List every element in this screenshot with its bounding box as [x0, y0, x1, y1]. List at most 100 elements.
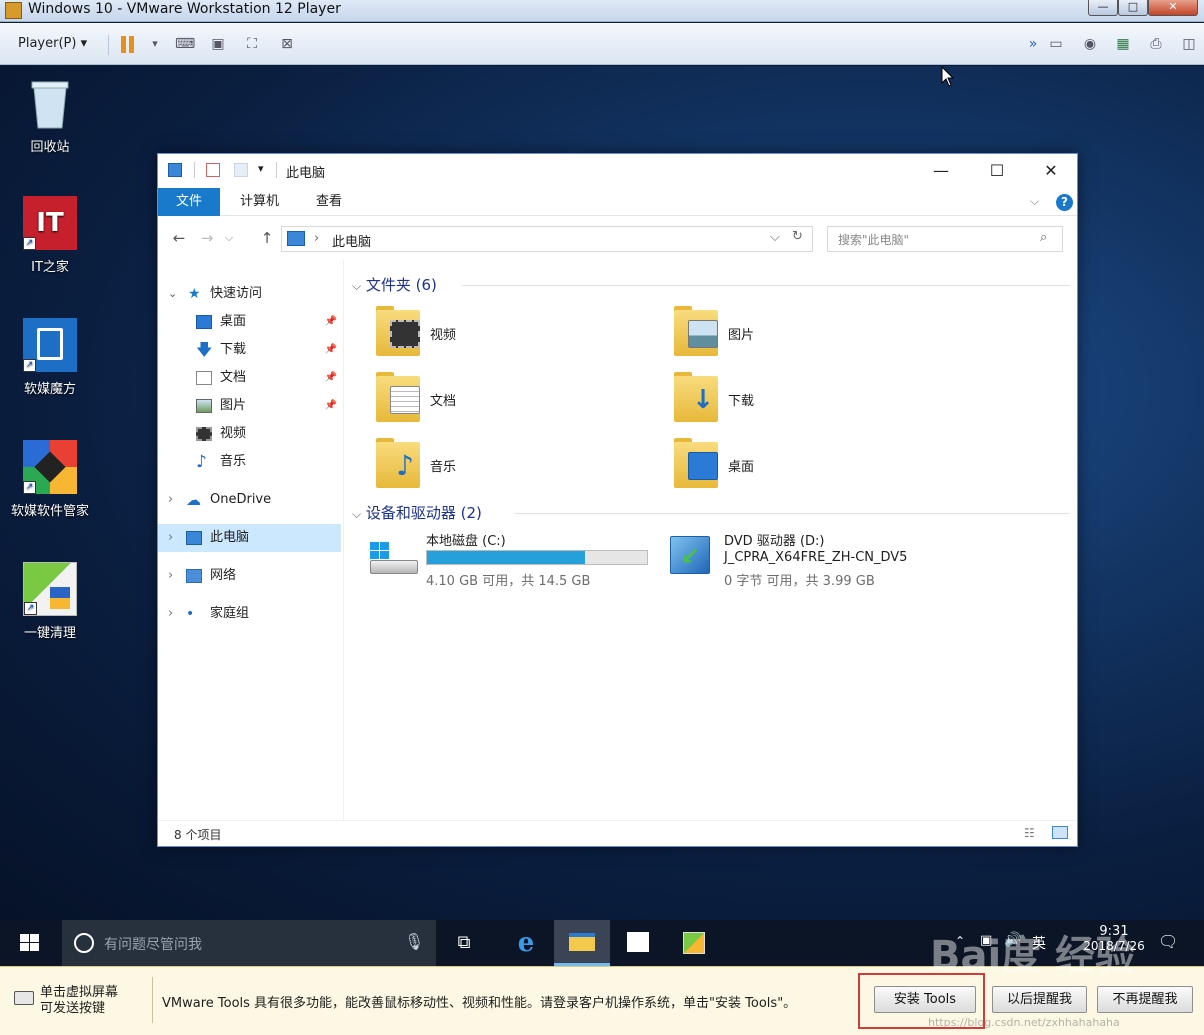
- search-placeholder: 有问题尽管问我: [104, 937, 202, 953]
- folder-downloads[interactable]: ↓ 下载: [674, 372, 934, 424]
- properties-icon[interactable]: [206, 163, 220, 177]
- cd-dvd-icon[interactable]: ◉: [1081, 35, 1099, 53]
- back-arrow-icon[interactable]: ←: [168, 227, 190, 249]
- recent-locations-icon[interactable]: ⌵: [218, 227, 240, 249]
- search-box[interactable]: 搜索"此电脑" ⌕: [827, 226, 1063, 252]
- new-folder-icon[interactable]: [234, 163, 248, 177]
- folder-pictures[interactable]: 图片: [674, 306, 934, 358]
- quick-access-toolbar-dropdown-icon[interactable]: ▾: [258, 162, 264, 175]
- store-icon[interactable]: [610, 920, 666, 966]
- ruanmei-cube-icon: ↗: [23, 318, 77, 372]
- explorer-minimize-button[interactable]: —: [918, 156, 964, 186]
- nav-item-videos[interactable]: 视频: [158, 420, 341, 448]
- tools-message: VMware Tools 具有很多功能，能改善鼠标移动性、视频和性能。请登录客户…: [162, 996, 797, 1011]
- sound-card-icon[interactable]: ◫: [1180, 35, 1198, 53]
- folder-music[interactable]: ♪ 音乐: [376, 438, 636, 490]
- cortana-search-box[interactable]: 有问题尽管问我 🎙: [62, 920, 436, 966]
- tab-computer[interactable]: 计算机: [222, 188, 297, 216]
- task-view-icon[interactable]: ⧉: [436, 920, 492, 966]
- network-icon: [186, 569, 202, 583]
- documents-folder-icon: [376, 372, 420, 422]
- search-icon[interactable]: ⌕: [1040, 230, 1047, 245]
- baidu-watermark: Bai度 经验: [930, 933, 1136, 979]
- status-bar: 8 个项目 ☷: [158, 820, 1077, 846]
- large-icons-view-icon[interactable]: [1052, 826, 1068, 839]
- close-button[interactable]: ✕: [1148, 0, 1198, 16]
- vmware-title-bar: Windows 10 - VMware Workstation 12 Playe…: [0, 0, 1204, 22]
- drive-c[interactable]: 本地磁盘 (C:) 4.10 GB 可用，共 14.5 GB: [368, 530, 658, 590]
- folder-videos[interactable]: 视频: [376, 306, 636, 358]
- file-explorer-taskbar-icon[interactable]: [554, 920, 610, 966]
- folder-desktop[interactable]: 桌面: [674, 438, 934, 490]
- computer-icon: [287, 231, 305, 246]
- address-dropdown-icon[interactable]: ⌵: [770, 230, 780, 245]
- more-devices-icon[interactable]: »: [1024, 35, 1042, 53]
- computer-icon: [186, 531, 202, 545]
- send-ctrl-alt-del-icon[interactable]: ⌨: [175, 35, 195, 53]
- nav-quick-access[interactable]: ⌄ ★ 快速访问: [158, 280, 341, 308]
- nav-item-downloads[interactable]: 🡇 下载 📌: [158, 336, 341, 364]
- nav-item-desktop[interactable]: 桌面 📌: [158, 308, 341, 336]
- expand-ribbon-icon[interactable]: ⌵: [1030, 194, 1039, 209]
- maximize-button[interactable]: □: [1118, 0, 1148, 16]
- help-icon[interactable]: ?: [1056, 194, 1073, 211]
- desktop-icon-recycle-bin[interactable]: 回收站: [0, 76, 100, 155]
- homegroup-icon: •: [186, 606, 195, 622]
- player-menu[interactable]: Player(P) ▾: [18, 32, 87, 56]
- file-explorer-window[interactable]: ▾ 此电脑 — ☐ ✕ 文件 计算机 查看 ⌵ ? ← → ⌵ ↑ › 此电脑 …: [157, 153, 1078, 847]
- nav-item-documents[interactable]: 文档 📌: [158, 364, 341, 392]
- up-arrow-icon[interactable]: ↑: [256, 227, 278, 249]
- drives-group-header[interactable]: ⌵ 设备和驱动器 (2): [352, 502, 482, 523]
- fit-window-icon[interactable]: ⛶: [243, 35, 261, 53]
- nav-network[interactable]: › 网络: [158, 562, 341, 590]
- nav-this-pc[interactable]: › 此电脑: [158, 524, 341, 552]
- remind-later-button[interactable]: 以后提醒我: [992, 986, 1087, 1013]
- desktop-icon-ithome[interactable]: IT ↗ IT之家: [0, 196, 100, 275]
- vmware-toolbar: Player(P) ▾ ▾ ⌨ ▣ ⛶ ⊠ » ▭ ◉ ▦ ⎙ ◫: [0, 23, 1204, 65]
- downloads-folder-icon: ↓: [674, 372, 718, 422]
- mouse-pointer-icon: [941, 66, 955, 87]
- edge-icon[interactable]: e: [498, 920, 554, 966]
- picture-icon: [196, 399, 212, 413]
- folders-group-header[interactable]: ⌵ 文件夹 (6): [352, 274, 437, 295]
- pause-icon[interactable]: [121, 36, 126, 53]
- cleanup-taskbar-icon[interactable]: [666, 920, 722, 966]
- hard-disk-icon[interactable]: ▭: [1047, 35, 1065, 53]
- never-remind-button[interactable]: 不再提醒我: [1097, 986, 1193, 1013]
- nav-item-music[interactable]: ♪ 音乐: [158, 448, 341, 476]
- nav-homegroup[interactable]: › • 家庭组: [158, 600, 341, 628]
- forward-arrow-icon[interactable]: →: [196, 227, 218, 249]
- tab-view[interactable]: 查看: [298, 188, 360, 216]
- unity-mode-icon[interactable]: ⊠: [278, 35, 296, 53]
- vmware-app-icon: [5, 2, 22, 19]
- explorer-close-button[interactable]: ✕: [1028, 156, 1074, 186]
- drive-d[interactable]: ↙ DVD 驱动器 (D:) J_CPRA_X64FRE_ZH-CN_DV5 0…: [666, 530, 966, 590]
- desktop-icon-ruanmei-cube[interactable]: ↗ 软媒魔方: [0, 318, 100, 397]
- desktop-icon-software-manager[interactable]: ↗ 软媒软件管家: [0, 440, 100, 519]
- item-count: 8 个项目: [174, 828, 222, 842]
- ribbon-tabs: 文件 计算机 查看 ⌵ ?: [158, 188, 1077, 216]
- microphone-icon[interactable]: 🎙: [404, 932, 424, 951]
- address-bar[interactable]: › 此电脑 ⌵ ↻: [281, 226, 813, 252]
- refresh-icon[interactable]: ↻: [792, 229, 803, 244]
- desktop-icon-label: 一键清理: [23, 626, 76, 641]
- document-icon: [196, 371, 212, 385]
- cloud-icon: ☁: [186, 491, 201, 509]
- printer-icon[interactable]: ⎙: [1147, 35, 1165, 53]
- windows-start-icon[interactable]: [20, 934, 40, 952]
- pictures-folder-icon: [674, 306, 718, 356]
- csdn-watermark: https://blog.csdn.net/zxhhahahaha: [928, 1016, 1120, 1029]
- desktop-icon-cleanup[interactable]: ↗ 一键清理: [0, 562, 100, 641]
- nav-onedrive[interactable]: › ☁ OneDrive: [158, 486, 341, 514]
- folder-documents[interactable]: 文档: [376, 372, 636, 424]
- removable-devices-icon[interactable]: ▣: [209, 35, 227, 53]
- music-note-icon: ♪: [196, 452, 207, 472]
- nav-item-pictures[interactable]: 图片 📌: [158, 392, 341, 420]
- tab-file[interactable]: 文件: [158, 188, 221, 216]
- network-adapter-icon[interactable]: ▦: [1114, 35, 1132, 53]
- minimize-button[interactable]: —: [1088, 0, 1118, 16]
- explorer-maximize-button[interactable]: ☐: [974, 156, 1020, 186]
- details-view-icon[interactable]: ☷: [1024, 826, 1035, 840]
- pause-dropdown-icon[interactable]: ▾: [146, 35, 164, 53]
- action-center-icon[interactable]: 🗨: [1158, 932, 1178, 951]
